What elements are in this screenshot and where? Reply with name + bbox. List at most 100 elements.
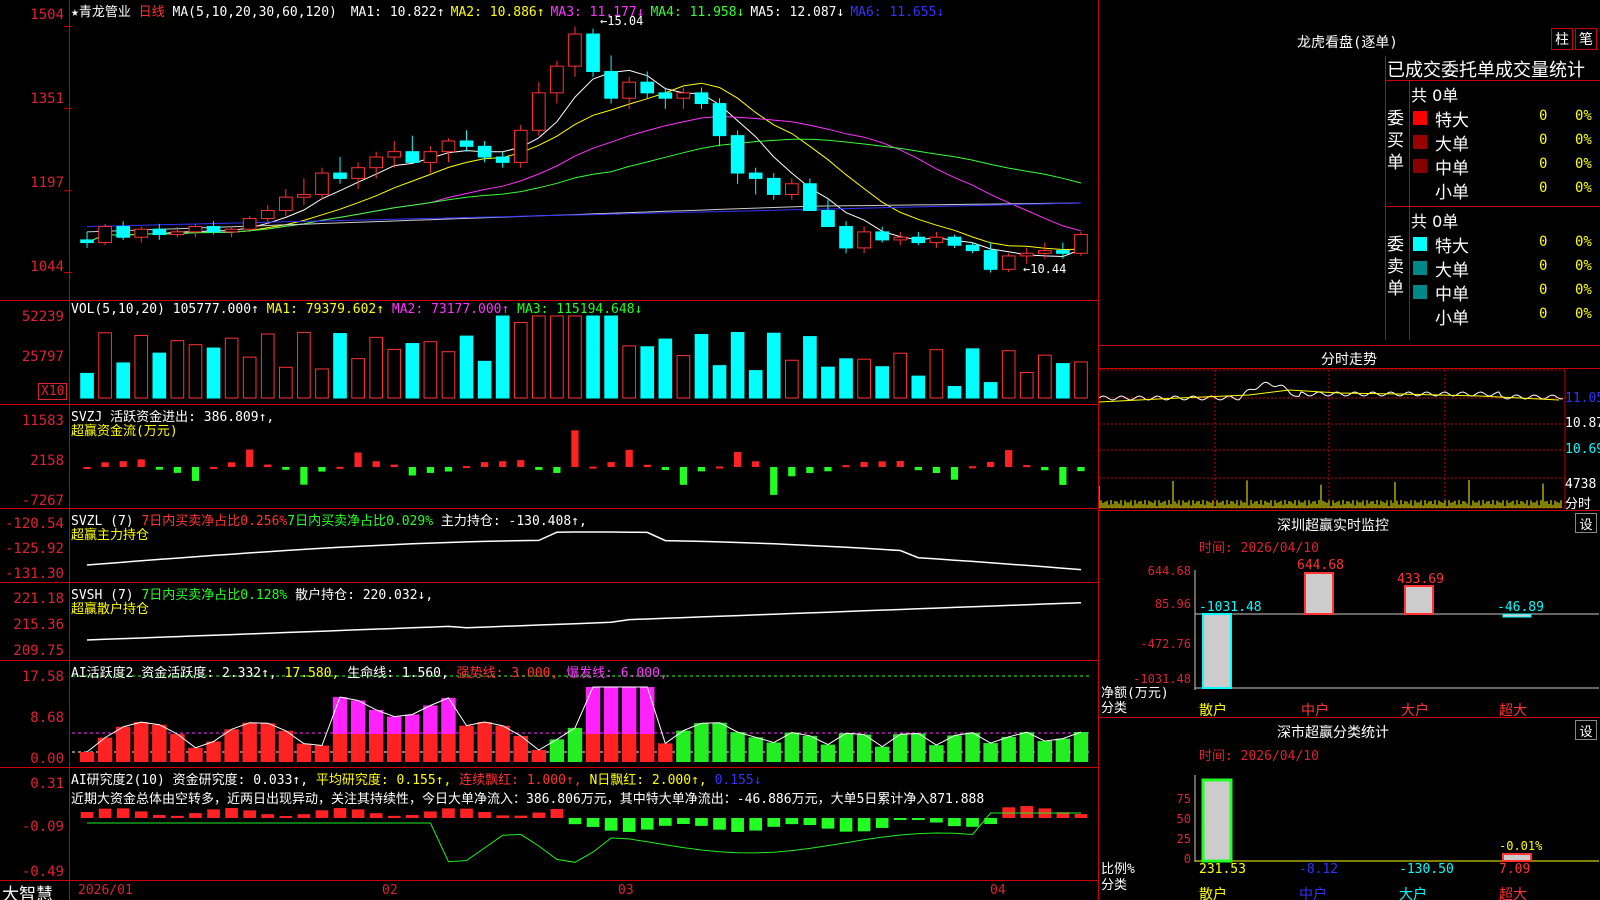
buy-side-label: 委买单 xyxy=(1387,109,1404,173)
candle-body xyxy=(170,231,185,236)
candle-body xyxy=(80,239,94,244)
y-tick: 215.36 xyxy=(13,617,64,633)
sz-monitor-settings-button[interactable]: 设 xyxy=(1575,513,1597,533)
activity-bar xyxy=(676,730,691,762)
flow-bar xyxy=(101,462,109,467)
activity-bar xyxy=(694,723,709,762)
volume-bar xyxy=(333,333,347,399)
candle-body xyxy=(1074,234,1088,254)
flow-bar xyxy=(607,462,615,467)
research-bar xyxy=(442,808,455,818)
candle-body xyxy=(260,209,275,220)
flow-bar xyxy=(354,452,362,467)
order-total: 共 0单 xyxy=(1411,86,1459,105)
research-bar xyxy=(315,810,329,818)
flow-bar xyxy=(480,462,489,467)
activity-bar xyxy=(748,737,763,762)
order-row-label: 小单 xyxy=(1435,183,1469,203)
order-row-label: 特大 xyxy=(1435,111,1469,131)
research-bar xyxy=(351,809,365,818)
x-label: 04 xyxy=(990,883,1006,898)
research-bar xyxy=(875,818,889,828)
flow-bar xyxy=(119,461,127,467)
activity-bar xyxy=(983,743,998,762)
flow-bar xyxy=(372,461,380,467)
candle-body xyxy=(839,226,853,249)
vol-unit-box: X10 xyxy=(38,383,68,400)
low-label: ←10.44 xyxy=(1023,262,1067,276)
high-label: ←15.04 xyxy=(600,14,644,28)
candle-body xyxy=(116,226,131,238)
activity-bar xyxy=(947,735,962,762)
sz-class-settings-button[interactable]: 设 xyxy=(1575,720,1597,740)
y-tick: 1044 xyxy=(30,259,64,275)
research-bar xyxy=(98,808,112,818)
sz-monitor-time: 时间: 2026/04/10 xyxy=(1199,541,1319,556)
kline-panel[interactable]: ★青龙管业 日线 MA(5,10,20,30,60,120) MA1: 10.8… xyxy=(0,0,1098,900)
activity-bar xyxy=(332,697,348,734)
flow-bar xyxy=(517,460,525,467)
volume-bar xyxy=(80,372,94,399)
flow-bar xyxy=(282,467,290,470)
flow-bar xyxy=(1077,467,1085,472)
ma-line xyxy=(86,138,1082,244)
flow-bar xyxy=(697,467,706,472)
research-bar xyxy=(171,815,184,818)
flow-bar xyxy=(426,467,435,473)
volume-bar xyxy=(911,375,926,399)
stock-name[interactable]: ★青龙管业 xyxy=(71,5,131,20)
candle-body xyxy=(206,226,221,233)
tick-mode-button[interactable]: 笔 xyxy=(1575,28,1597,50)
bar-mode-button[interactable]: 柱 xyxy=(1551,28,1573,50)
candle-body xyxy=(387,151,402,158)
chart-canvas[interactable] xyxy=(0,0,1098,900)
activity-bar xyxy=(134,722,149,762)
volume-bar xyxy=(586,315,600,399)
research-bar xyxy=(966,818,979,827)
flow-bar xyxy=(950,467,959,480)
class-bar xyxy=(1201,778,1233,863)
candle-body xyxy=(965,244,980,252)
volume-bar xyxy=(1001,350,1016,399)
volume-bar xyxy=(1074,361,1088,399)
flow-bar xyxy=(444,467,453,472)
order-row-pct: 0% xyxy=(1575,234,1592,250)
period-label[interactable]: 日线 xyxy=(139,5,165,20)
candle-body xyxy=(188,226,203,233)
volume-bar xyxy=(784,359,799,399)
candle-body xyxy=(513,129,528,163)
flow-bar xyxy=(173,467,182,473)
divider xyxy=(0,300,1098,301)
research-bar xyxy=(586,818,600,827)
order-row-count: 0 xyxy=(1539,258,1548,274)
monitor-bar xyxy=(1404,585,1434,615)
y-tick: 0.00 xyxy=(30,751,64,767)
ma-line xyxy=(86,202,1082,227)
volume-bar xyxy=(1056,363,1070,399)
research-bar xyxy=(152,815,166,818)
activity-bar xyxy=(115,726,131,762)
activity-bar xyxy=(640,687,655,734)
flow-bar xyxy=(390,464,398,467)
activity-bar xyxy=(423,734,438,762)
activity-bar xyxy=(531,750,547,762)
flow-bar xyxy=(788,467,796,477)
activity-bar xyxy=(1037,741,1053,762)
sell-side-label: 委卖单 xyxy=(1387,235,1404,299)
research-bar xyxy=(948,818,961,827)
ma-legend-item: MA1: 10.822↑ xyxy=(350,5,445,20)
volume-bar xyxy=(369,336,384,399)
activity-bar xyxy=(350,700,366,734)
flow-bar xyxy=(589,466,597,469)
candle-body xyxy=(947,236,962,246)
intraday-price: 10.87 xyxy=(1565,416,1600,431)
flow-bar xyxy=(155,467,163,470)
research-bar xyxy=(568,818,582,825)
divider xyxy=(0,582,1098,583)
intraday-price-line xyxy=(1099,381,1564,401)
candle-body xyxy=(495,156,510,163)
sz-class-xlabel: 分类 xyxy=(1101,878,1128,893)
order-row-label: 大单 xyxy=(1435,261,1469,281)
activity-bar xyxy=(350,734,366,762)
volume-bar xyxy=(712,365,727,399)
